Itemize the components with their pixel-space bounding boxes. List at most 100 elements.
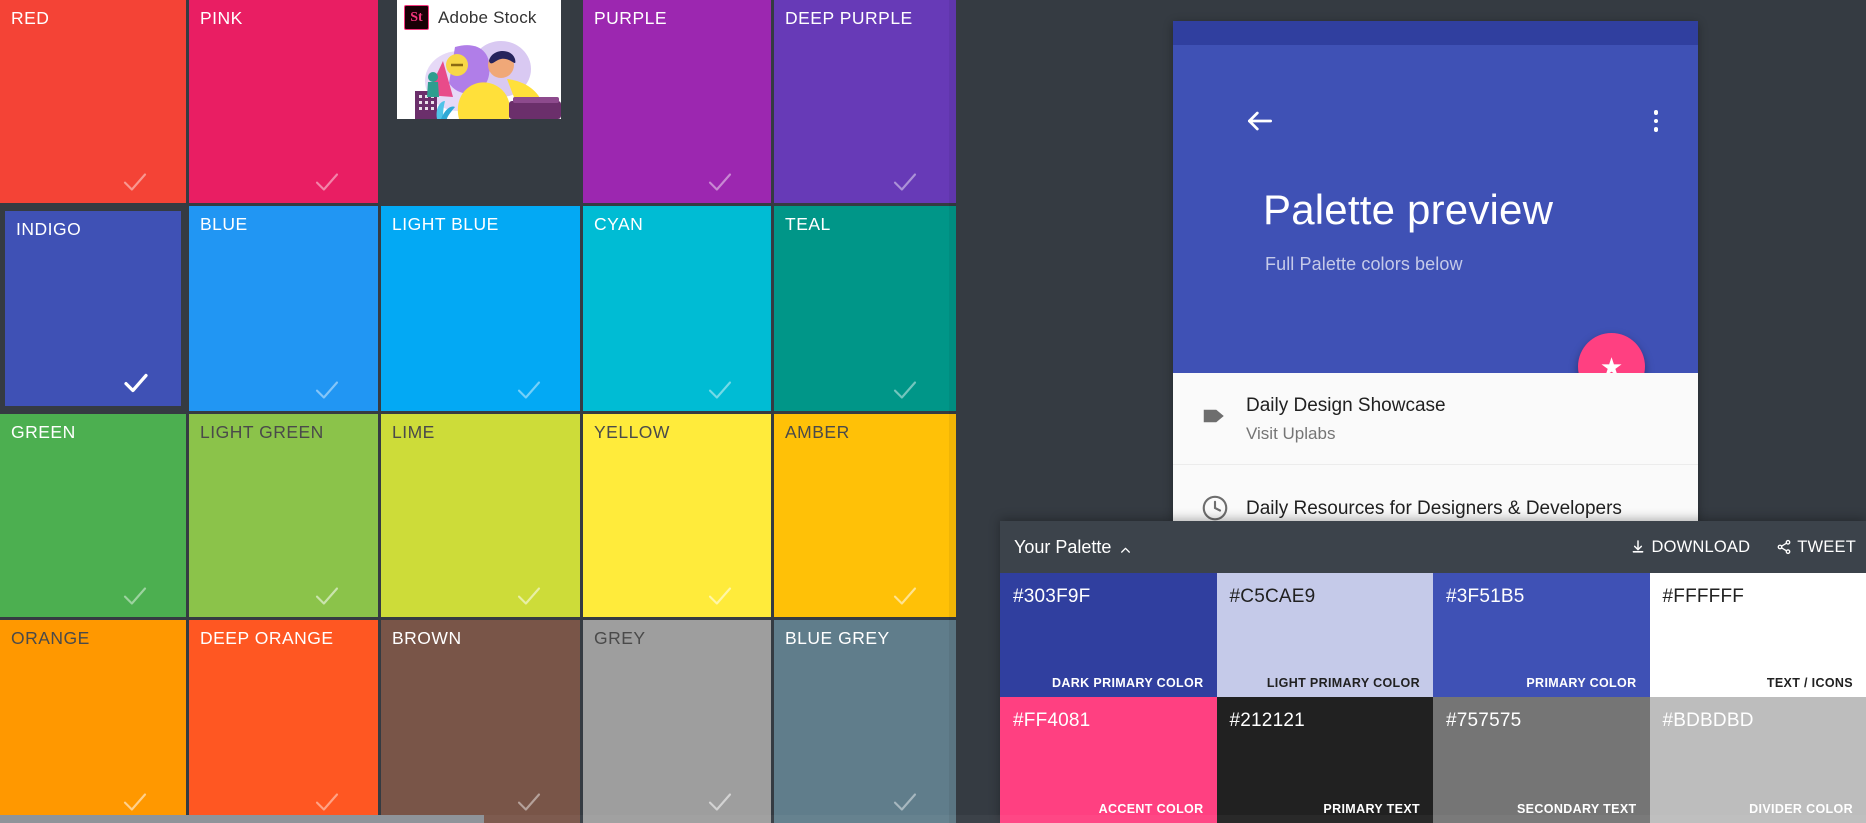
palette-swatch[interactable]: #3F51B5 PRIMARY COLOR bbox=[1433, 573, 1650, 697]
preview-app-bar: Palette preview Full Palette colors belo… bbox=[1173, 45, 1698, 400]
check-icon bbox=[312, 375, 342, 405]
palette-swatch[interactable]: #C5CAE9 LIGHT PRIMARY COLOR bbox=[1216, 573, 1433, 697]
palette-swatch[interactable]: #FFFFFF TEXT / ICONS bbox=[1649, 573, 1866, 697]
check-icon bbox=[312, 581, 342, 611]
palette-swatch-role: PRIMARY COLOR bbox=[1526, 676, 1637, 690]
color-tile-green[interactable]: GREEN bbox=[0, 414, 186, 617]
overflow-menu-icon[interactable] bbox=[1645, 105, 1667, 137]
palette-swatch-hex: #FF4081 bbox=[1013, 710, 1091, 731]
color-tile-label: INDIGO bbox=[16, 219, 82, 239]
check-icon bbox=[705, 787, 735, 817]
list-item[interactable]: Daily Design Showcase Visit Uplabs bbox=[1173, 373, 1698, 465]
color-tile-label: DEEP PURPLE bbox=[785, 8, 913, 28]
list-item-subtitle: Visit Uplabs bbox=[1246, 424, 1336, 443]
check-icon bbox=[705, 375, 735, 405]
palette-swatch-hex: #212121 bbox=[1229, 710, 1305, 731]
color-tile-yellow[interactable]: YELLOW bbox=[583, 414, 771, 617]
tweet-label: TWEET bbox=[1797, 537, 1856, 556]
clock-icon bbox=[1198, 491, 1232, 521]
color-tile-blue-grey[interactable]: BLUE GREY bbox=[774, 620, 956, 823]
your-palette-bar: Your Palette DOWNLOAD TWEET bbox=[1000, 521, 1866, 573]
palette-swatch-role: PRIMARY TEXT bbox=[1323, 802, 1420, 816]
adobe-stock-ad[interactable]: St Adobe Stock bbox=[381, 0, 580, 203]
color-tile-label: CYAN bbox=[594, 214, 644, 234]
palette-swatch[interactable]: #212121 PRIMARY TEXT bbox=[1216, 697, 1433, 823]
color-tile-label: ORANGE bbox=[11, 628, 90, 648]
vertical-scrollbar[interactable] bbox=[949, 0, 956, 823]
download-icon bbox=[1630, 539, 1646, 555]
palette-swatch-hex: #303F9F bbox=[1013, 586, 1091, 607]
color-tile-lime[interactable]: LIME bbox=[381, 414, 580, 617]
color-tile-brown[interactable]: BROWN bbox=[381, 620, 580, 823]
preview-subtitle: Full Palette colors below bbox=[1265, 254, 1463, 274]
palette-swatch-hex: #3F51B5 bbox=[1446, 586, 1525, 607]
color-tile-orange[interactable]: ORANGE bbox=[0, 620, 186, 823]
your-palette-panel: Your Palette DOWNLOAD TWEET #303F9F DARK… bbox=[1000, 521, 1866, 823]
check-icon bbox=[514, 375, 544, 405]
palette-swatch-role: SECONDARY TEXT bbox=[1517, 802, 1637, 816]
your-palette-label: Your Palette bbox=[1014, 536, 1112, 557]
palette-swatch-hex: #C5CAE9 bbox=[1229, 586, 1316, 607]
color-tile-light-green[interactable]: LIGHT GREEN bbox=[189, 414, 378, 617]
palette-swatch[interactable]: #757575 SECONDARY TEXT bbox=[1433, 697, 1650, 823]
color-tile-deep-purple[interactable]: DEEP PURPLE bbox=[774, 0, 956, 203]
color-tile-label: LIGHT BLUE bbox=[392, 214, 499, 234]
horizontal-scrollbar-thumb[interactable] bbox=[0, 815, 484, 823]
check-icon bbox=[890, 787, 920, 817]
color-tile-red[interactable]: RED bbox=[0, 0, 186, 203]
palette-swatch-role: ACCENT COLOR bbox=[1098, 802, 1204, 816]
palette-actions: DOWNLOAD TWEET bbox=[1630, 538, 1866, 557]
ad-illustration-svg bbox=[397, 35, 561, 119]
check-icon bbox=[312, 787, 342, 817]
palette-swatch-role: DIVIDER COLOR bbox=[1749, 802, 1853, 816]
your-palette-toggle[interactable]: Your Palette bbox=[1014, 537, 1132, 558]
download-label: DOWNLOAD bbox=[1651, 537, 1751, 556]
color-tile-label: GREEN bbox=[11, 422, 76, 442]
adobe-stock-logo-icon: St bbox=[404, 5, 429, 30]
palette-swatch-role: TEXT / ICONS bbox=[1766, 676, 1853, 690]
app-root: RED PINK PURPLE DEEP PURPLE INDIGO BLUE LIGHT … bbox=[0, 0, 1866, 823]
list-item-title: Daily Design Showcase bbox=[1246, 395, 1446, 416]
list-item[interactable]: Daily Resources for Designers & Develope… bbox=[1173, 465, 1698, 521]
color-tile-label: BLUE bbox=[200, 214, 248, 234]
color-tile-deep-orange[interactable]: DEEP ORANGE bbox=[189, 620, 378, 823]
color-tile-light-blue[interactable]: LIGHT BLUE bbox=[381, 206, 580, 411]
color-tile-purple[interactable]: PURPLE bbox=[583, 0, 771, 203]
palette-swatch-grid: #303F9F DARK PRIMARY COLOR #C5CAE9 LIGHT PR… bbox=[1000, 573, 1866, 823]
color-tile-label: BLUE GREY bbox=[785, 628, 890, 648]
preview-list: Daily Design Showcase Visit Uplabs Daily… bbox=[1173, 373, 1698, 521]
color-tile-blue[interactable]: BLUE bbox=[189, 206, 378, 411]
ad-card[interactable]: St Adobe Stock bbox=[397, 0, 561, 119]
palette-swatch-role: DARK PRIMARY COLOR bbox=[1052, 676, 1204, 690]
color-tile-grey[interactable]: GREY bbox=[583, 620, 771, 823]
color-tile-pink[interactable]: PINK bbox=[189, 0, 378, 203]
check-icon bbox=[120, 787, 150, 817]
tweet-button[interactable]: TWEET bbox=[1776, 538, 1856, 557]
download-button[interactable]: DOWNLOAD bbox=[1630, 538, 1750, 557]
check-icon bbox=[890, 167, 920, 197]
color-tile-amber[interactable]: AMBER bbox=[774, 414, 956, 617]
color-tile-label: PINK bbox=[200, 8, 243, 28]
palette-swatch[interactable]: #BDBDBD DIVIDER COLOR bbox=[1649, 697, 1866, 823]
check-icon bbox=[705, 581, 735, 611]
color-tile-indigo[interactable]: INDIGO bbox=[0, 206, 186, 411]
color-tile-label: BROWN bbox=[392, 628, 462, 648]
check-icon bbox=[514, 581, 544, 611]
back-arrow-icon[interactable] bbox=[1244, 105, 1276, 137]
color-tile-cyan[interactable]: CYAN bbox=[583, 206, 771, 411]
color-tile-teal[interactable]: TEAL bbox=[774, 206, 956, 411]
preview-status-bar bbox=[1173, 21, 1698, 45]
color-tile-label: RED bbox=[11, 8, 50, 28]
check-icon bbox=[120, 581, 150, 611]
tweet-icon bbox=[1776, 539, 1792, 555]
color-tile-label: YELLOW bbox=[594, 422, 670, 442]
color-tile-label: AMBER bbox=[785, 422, 850, 442]
palette-swatch[interactable]: #303F9F DARK PRIMARY COLOR bbox=[1000, 573, 1217, 697]
color-tile-label: TEAL bbox=[785, 214, 831, 234]
check-icon bbox=[514, 787, 544, 817]
palette-swatch[interactable]: #FF4081 ACCENT COLOR bbox=[1000, 697, 1217, 823]
ad-header: St Adobe Stock bbox=[397, 0, 561, 35]
color-tile-label: LIME bbox=[392, 422, 435, 442]
check-icon bbox=[890, 375, 920, 405]
horizontal-scrollbar[interactable] bbox=[0, 815, 1866, 823]
